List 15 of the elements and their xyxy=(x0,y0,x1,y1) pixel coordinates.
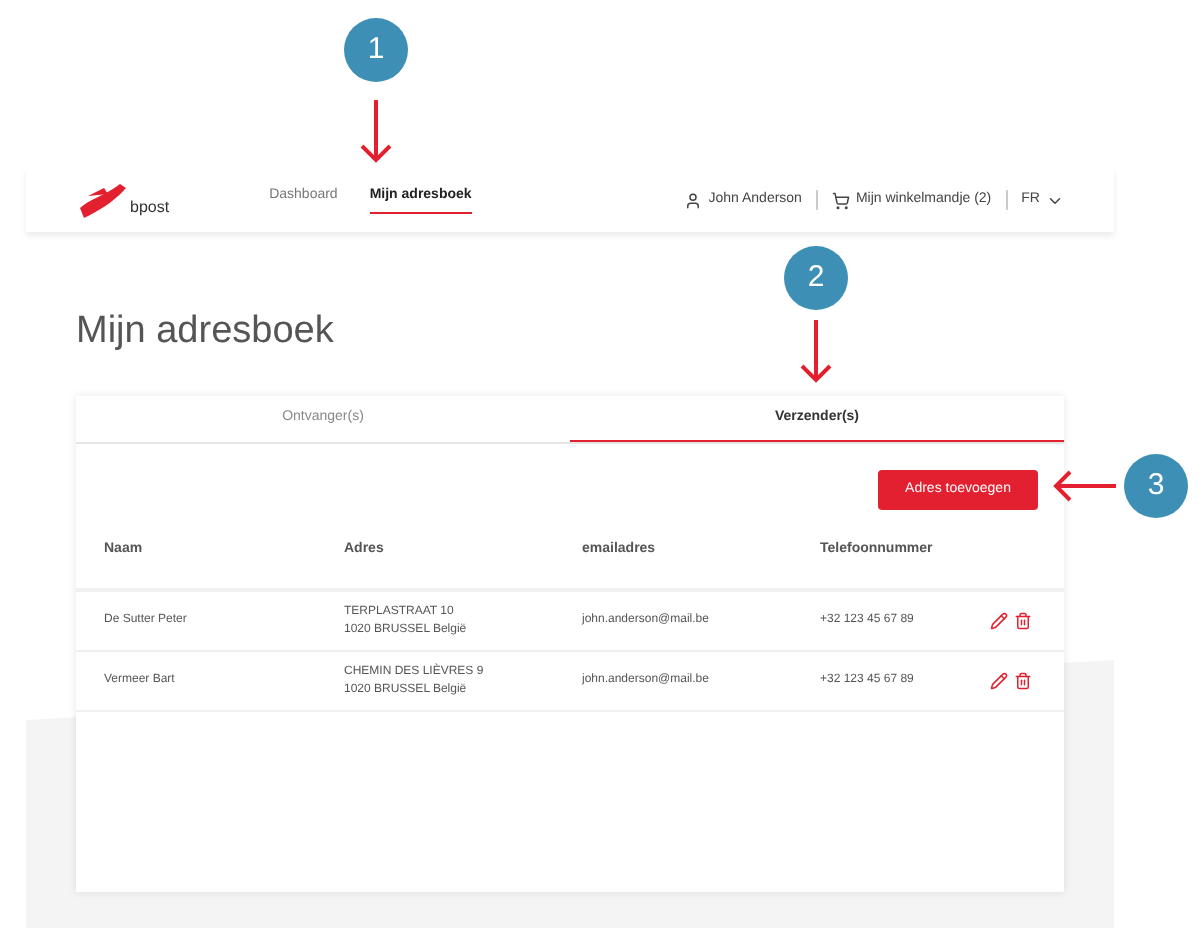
delete-icon[interactable] xyxy=(1014,612,1032,630)
step-marker: 2 xyxy=(784,246,848,310)
down-arrow xyxy=(800,320,832,384)
logo-icon[interactable] xyxy=(76,180,128,220)
edit-icon[interactable] xyxy=(990,612,1008,630)
delete-icon[interactable] xyxy=(1014,672,1032,690)
down-arrow xyxy=(360,100,392,164)
step-marker: 1 xyxy=(344,18,408,82)
page-title: Mijn adresboek xyxy=(76,308,334,356)
logo-wordmark: bpost xyxy=(130,196,170,220)
edit-icon[interactable] xyxy=(990,672,1008,690)
user-icon xyxy=(684,191,703,209)
left-arrow xyxy=(1052,470,1116,502)
cart-icon xyxy=(831,191,850,209)
step-marker: 3 xyxy=(1124,454,1188,518)
